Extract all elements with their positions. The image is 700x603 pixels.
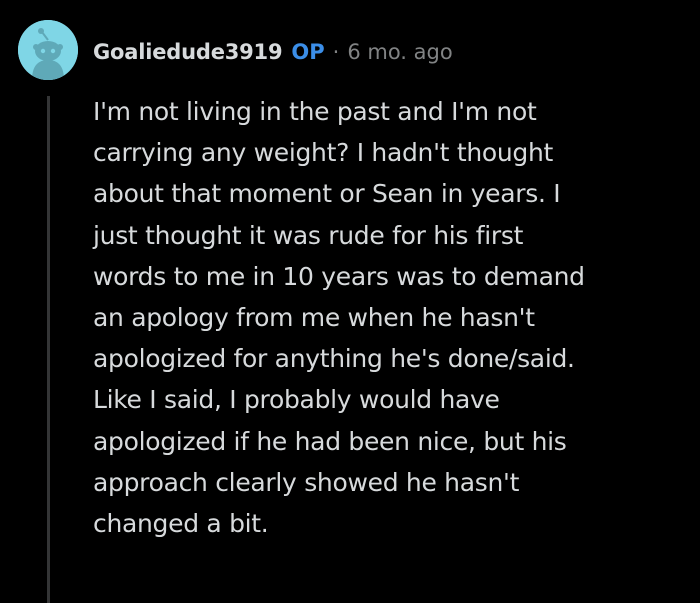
thread-line[interactable] bbox=[47, 96, 50, 603]
comment-body-line: words to me in 10 years was to demand bbox=[93, 261, 585, 291]
comment-body-line: apologized for anything he's done/said. bbox=[93, 344, 575, 374]
comment-timestamp[interactable]: 6 mo. ago bbox=[347, 40, 452, 64]
comment-body-line: I'm not living in the past and I'm not bbox=[93, 97, 537, 126]
user-avatar[interactable] bbox=[18, 20, 78, 80]
comment-body: I'm not living in the past and I'm not c… bbox=[93, 91, 693, 544]
op-badge: OP bbox=[291, 40, 325, 64]
comment-body-line: just thought it was rude for his first bbox=[93, 220, 524, 250]
comment-body-line: Like I said, I probably would have bbox=[93, 385, 500, 415]
meta-separator: · bbox=[332, 40, 340, 64]
author-username[interactable]: Goaliedude3919 bbox=[93, 40, 283, 64]
comment-body-line: an apology from me when he hasn't bbox=[93, 303, 535, 333]
comment-body-line: carrying any weight? I hadn't thought bbox=[93, 138, 554, 168]
comment-body-line: changed a bit. bbox=[93, 509, 269, 539]
comment: Goaliedude3919 OP · 6 mo. ago I'm not li… bbox=[0, 0, 700, 603]
reddit-snoo-avatar-icon bbox=[18, 20, 78, 80]
comment-meta: Goaliedude3919 OP · 6 mo. ago bbox=[93, 36, 453, 68]
comment-body-line: apologized if he had been nice, but his bbox=[93, 426, 567, 456]
comment-body-line: about that moment or Sean in years. I bbox=[93, 179, 561, 209]
comment-body-line: approach clearly showed he hasn't bbox=[93, 467, 520, 497]
